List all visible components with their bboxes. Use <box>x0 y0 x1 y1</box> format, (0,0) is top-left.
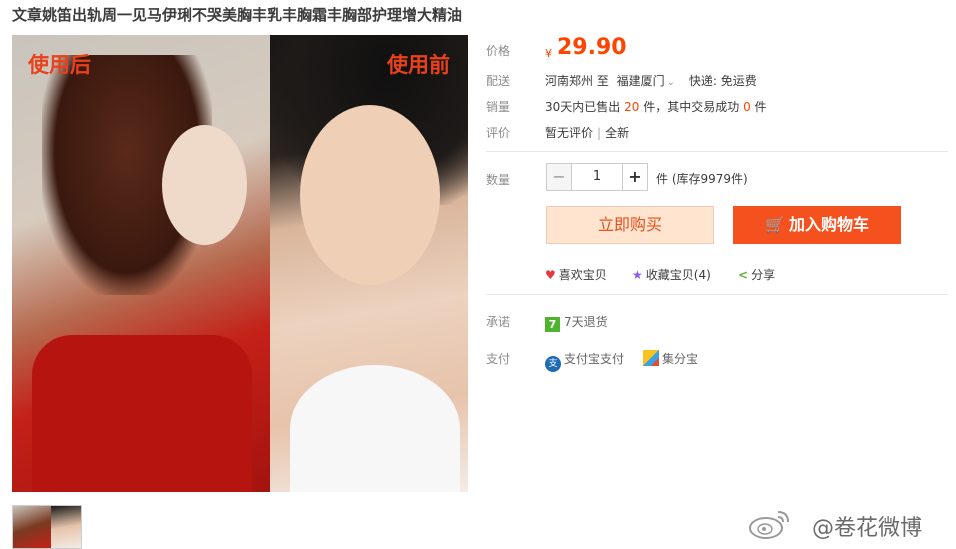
product-thumbnail[interactable] <box>12 505 82 549</box>
rating-info: 暂无评价 | 全新 <box>545 124 629 141</box>
alipay-icon: 支 <box>545 356 561 372</box>
quantity-label: 数量 <box>486 173 511 187</box>
currency-symbol: ¥ <box>545 47 552 60</box>
product-title: 文章姚笛出轨周一见马伊琍不哭美胸丰乳丰胸霜丰胸部护理增大精油 <box>12 6 463 24</box>
delivery-label: 配送 <box>486 74 511 88</box>
delivery-from: 河南郑州 至 <box>545 74 609 88</box>
like-button[interactable]: ♥ 喜欢宝贝 <box>545 266 607 283</box>
payment-jifenbao[interactable]: 集分宝 <box>643 350 698 367</box>
chevron-down-icon[interactable]: ⌄ <box>667 77 675 88</box>
star-icon: ★ <box>632 268 643 282</box>
cart-icon: 🛒 <box>765 215 785 234</box>
favorite-label: 收藏宝贝(4) <box>645 268 711 282</box>
delivery-destination[interactable]: 福建厦门 <box>617 74 665 88</box>
sales-info: 30天内已售出 20 件，其中交易成功 0 件 <box>545 98 767 115</box>
sales-label: 销量 <box>486 100 511 114</box>
before-photo <box>270 35 468 492</box>
add-to-cart-label: 加入购物车 <box>788 215 869 234</box>
favorite-button[interactable]: ★ 收藏宝贝(4) <box>632 266 711 283</box>
quantity-decrease-button[interactable]: − <box>546 163 572 191</box>
sales-prefix: 30天内已售出 <box>545 100 621 114</box>
delivery-destination-select[interactable]: 福建厦门 ⌄ <box>617 74 675 88</box>
heart-icon: ♥ <box>545 268 556 282</box>
divider <box>486 294 948 295</box>
shipping-fee: 快递: 免运费 <box>688 74 757 88</box>
payment-label: 支付 <box>486 352 511 366</box>
share-button[interactable]: < 分享 <box>738 266 775 283</box>
seven-day-return-icon: 7 <box>545 317 560 332</box>
rating-label: 评价 <box>486 126 511 140</box>
price-label: 价格 <box>486 44 511 58</box>
alipay-label: 支付宝支付 <box>564 352 625 366</box>
return-policy[interactable]: 7 7天退货 <box>545 313 608 332</box>
share-icon: < <box>738 268 749 282</box>
after-photo <box>12 35 270 492</box>
sales-suffix: 件 <box>754 100 767 114</box>
quantity-stock: 件 (库存9979件) <box>656 172 748 186</box>
return-policy-text: 7天退货 <box>564 315 608 329</box>
divider <box>486 151 948 152</box>
item-condition: 全新 <box>605 126 630 140</box>
product-main-image: 使用后 使用前 <box>12 35 468 492</box>
before-tag: 使用前 <box>387 53 450 77</box>
sold-count: 20 <box>624 100 640 114</box>
rating-separator: | <box>597 126 602 140</box>
weibo-logo-icon <box>749 511 789 539</box>
promise-label: 承诺 <box>486 315 511 329</box>
quantity-input[interactable]: 1 <box>572 163 622 191</box>
watermark-text: @卷花微博 <box>812 516 923 541</box>
success-count: 0 <box>743 100 751 114</box>
sales-mid: 件，其中交易成功 <box>643 100 740 114</box>
price-value: 29.90 <box>557 35 627 60</box>
rating-text[interactable]: 暂无评价 <box>545 126 593 140</box>
add-to-cart-button[interactable]: 🛒 加入购物车 <box>733 206 901 244</box>
payment-alipay[interactable]: 支支付宝支付 <box>545 350 624 372</box>
jifenbao-icon <box>643 350 659 366</box>
quantity-stepper[interactable]: − 1 + <box>546 163 648 191</box>
jifenbao-label: 集分宝 <box>662 352 699 366</box>
delivery-info: 河南郑州 至 福建厦门 ⌄ 快递: 免运费 <box>545 72 757 89</box>
quantity-increase-button[interactable]: + <box>622 163 648 191</box>
buy-now-button[interactable]: 立即购买 <box>546 206 714 244</box>
share-label: 分享 <box>751 268 776 282</box>
like-label: 喜欢宝贝 <box>558 268 607 282</box>
after-tag: 使用后 <box>28 53 91 77</box>
